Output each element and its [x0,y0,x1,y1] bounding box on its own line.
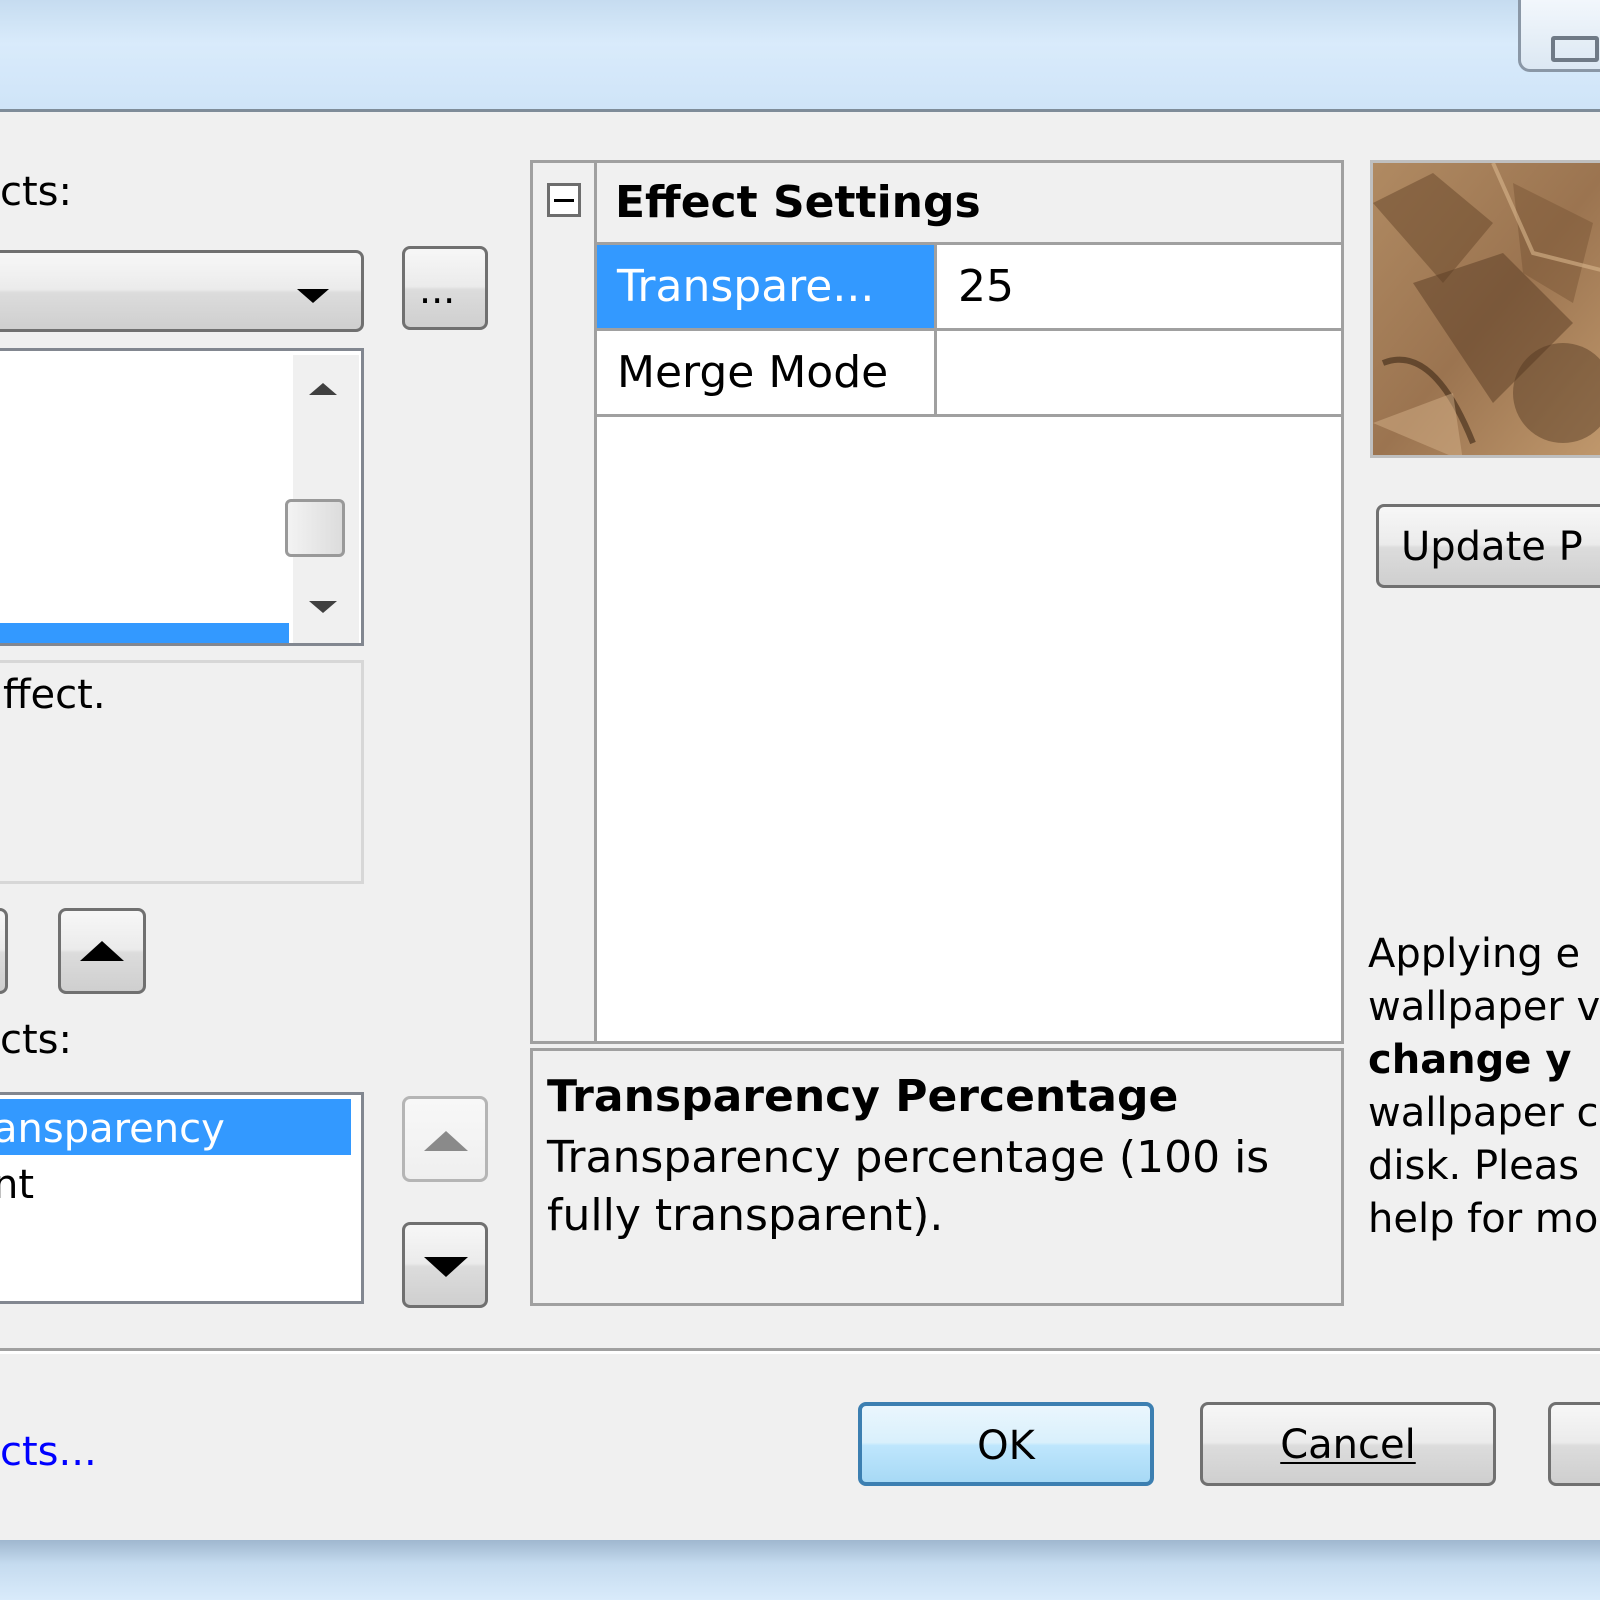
property-grid[interactable]: Effect Settings Transpare... 25 Merge Mo… [530,160,1344,1044]
cancel-label: Cancel [1280,1422,1416,1468]
property-grid-gutter [533,163,597,1041]
property-category-header[interactable]: Effect Settings [597,163,1341,245]
arrow-up-icon [424,1131,468,1151]
applied-effect-label: ansparency [0,1106,225,1152]
arrow-down-icon [424,1257,468,1277]
title-bar [0,0,1600,112]
maximize-icon [1551,36,1599,62]
move-effect-up-button[interactable] [402,1096,488,1182]
maximize-button[interactable] [1518,0,1600,72]
ok-label: OK [977,1423,1035,1469]
browse-button-label: ... [419,268,456,312]
property-category-title: Effect Settings [615,177,981,228]
wallpaper-preview-image [1370,160,1600,458]
property-description-body: Transparency percentage (100 is fully tr… [547,1132,1270,1241]
chevron-down-icon [297,289,329,303]
property-name: Merge Mode [617,347,889,398]
browse-effects-button[interactable]: ... [402,246,488,330]
scroll-down-icon[interactable] [309,601,337,613]
applied-effect-row[interactable]: nt [0,1157,351,1213]
update-preview-label: Update P [1401,524,1583,570]
effect-description-box: ffect. [0,660,364,884]
minus-icon [554,199,574,202]
info-line: wallpaper c [1368,1090,1599,1136]
scroll-thumb[interactable] [285,499,345,557]
info-line: help for mo [1368,1196,1599,1242]
property-name: Transpare... [617,261,875,312]
applied-effect-label: nt [0,1162,35,1208]
property-name-cell[interactable]: Transpare... [597,245,937,328]
property-name-cell[interactable]: Merge Mode [597,331,937,414]
footer-divider-highlight [0,1351,1600,1354]
property-value-cell[interactable] [940,331,1341,414]
arrow-up-icon [80,941,124,961]
applied-effects-list[interactable]: ansparency nt [0,1092,364,1304]
effects-list-scrollbar[interactable] [285,355,359,643]
property-row-transparency[interactable]: Transpare... 25 [597,245,1341,331]
help-button[interactable] [1548,1402,1600,1486]
applied-effect-row-selected[interactable]: ansparency [0,1099,351,1155]
window-bottom-border [0,1540,1600,1600]
wallpaper-info-text: Applying e wallpaper v change y wallpape… [1368,928,1600,1246]
info-line: change y [1368,1037,1572,1083]
property-description-box: Transparency Percentage Transparency per… [530,1048,1344,1306]
effect-description-text: ffect. [3,672,106,718]
effects-list[interactable] [0,348,364,646]
info-line: Applying e [1368,931,1581,977]
effects-combobox[interactable] [0,250,364,332]
info-line: disk. Pleas [1368,1143,1580,1189]
applied-effects-label: cts: [0,1017,72,1063]
property-description-title: Transparency Percentage [547,1071,1179,1122]
selected-effect-row[interactable] [0,623,289,643]
scroll-up-icon[interactable] [309,383,337,395]
available-effects-label: cts: [0,169,72,215]
ok-button[interactable]: OK [858,1402,1154,1486]
collapse-category-button[interactable] [547,183,581,217]
preview-image-graphic [1373,163,1600,455]
property-row-merge-mode[interactable]: Merge Mode [597,331,1341,417]
move-effect-down-button[interactable] [402,1222,488,1308]
add-effect-button[interactable] [0,908,8,994]
update-preview-button[interactable]: Update P [1376,504,1600,588]
cancel-button[interactable]: Cancel [1200,1402,1496,1486]
property-value: 25 [958,261,1014,312]
add-effect-up-button[interactable] [58,908,146,994]
more-effects-link[interactable]: cts... [0,1432,97,1472]
info-line: wallpaper v [1368,984,1600,1030]
property-value-cell[interactable]: 25 [940,245,1341,328]
